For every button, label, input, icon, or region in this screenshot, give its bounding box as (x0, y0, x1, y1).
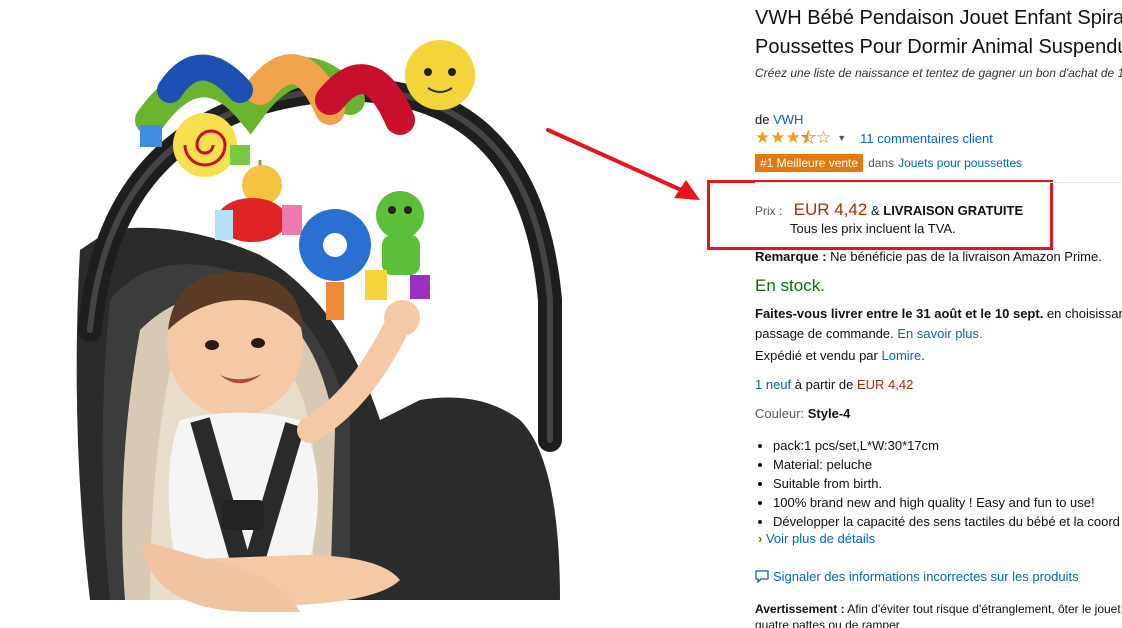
brand-prefix: de (755, 112, 770, 127)
list-item: Développer la capacité des sens tactiles… (773, 512, 1120, 531)
feature-bullets: pack:1 pcs/set,L*W:30*17cm Material: pel… (755, 436, 1120, 531)
list-item: 100% brand new and high quality ! Easy a… (773, 493, 1120, 512)
product-details: VWH Bébé Pendaison Jouet Enfant Spirale … (755, 0, 1122, 628)
report-info-link[interactable]: Signaler des informations incorrectes su… (773, 569, 1079, 584)
offers-text: à partir de (794, 377, 854, 392)
rating-row: ★★★★☆ ▼ 11 commentaires client (755, 128, 993, 148)
offers-price: EUR 4,42 (856, 377, 914, 392)
new-offers-link[interactable]: 1 neuf (755, 377, 791, 392)
seller-period: . (921, 348, 925, 363)
delivery-suffix: en choisissan (1043, 306, 1122, 321)
vat-note: Tous les prix incluent la TVA. (790, 221, 956, 236)
learn-more-link[interactable]: En savoir plus. (897, 326, 982, 341)
brand-link[interactable]: VWH (773, 112, 803, 127)
color-label: Couleur: (755, 406, 805, 421)
star-rating[interactable]: ★★★★☆ (755, 128, 831, 148)
seller-prefix: Expédié et vendu par (755, 348, 878, 363)
price-ampersand: & (870, 203, 880, 218)
brand-byline: de VWH (755, 112, 803, 127)
prime-remark: Remarque : Ne bénéficie pas de la livrai… (755, 249, 1102, 264)
price-label: Prix : (755, 204, 783, 218)
baby-car-seat-illustration (76, 40, 562, 612)
product-title-line1: VWH Bébé Pendaison Jouet Enfant Spirale (755, 7, 1122, 29)
annotation-arrow-icon (546, 128, 700, 200)
warning-line2: quatre pattes ou de ramper. (755, 618, 903, 628)
seller-info: Expédié et vendu par Lomire. (755, 348, 925, 363)
category-prefix: dans (868, 156, 895, 170)
more-details-row[interactable]: › Voir plus de détails (758, 531, 875, 546)
reviews-link[interactable]: 11 commentaires client (860, 131, 993, 146)
bestseller-row: #1 Meilleure vente dans Jouets pour pous… (755, 154, 1022, 172)
delivery-line2: passage de commande. (755, 326, 894, 341)
price-row: Prix : EUR 4,42 & LIVRAISON GRATUITE (755, 200, 1023, 220)
star-icon: ★ (770, 128, 786, 147)
remark-label: Remarque : (755, 249, 827, 264)
list-item: Suitable from birth. (773, 474, 1120, 493)
delivery-dates: 31 août et le 10 sept. (916, 306, 1044, 321)
color-value: Style-4 (807, 406, 851, 421)
chevron-down-icon[interactable]: ▼ (837, 133, 846, 143)
seller-link[interactable]: Lomire (882, 348, 922, 363)
category-link[interactable]: Jouets pour poussettes (898, 156, 1022, 170)
price-amount: EUR 4,42 (793, 200, 868, 219)
delivery-info: Faites-vous livrer entre le 31 août et l… (755, 304, 1122, 344)
report-row[interactable]: Signaler des informations incorrectes su… (755, 569, 1079, 584)
bestseller-badge[interactable]: #1 Meilleure vente (755, 154, 864, 172)
list-item: pack:1 pcs/set,L*W:30*17cm (773, 436, 1120, 455)
delivery-prefix: Faites-vous livrer entre le (755, 306, 913, 321)
star-icon: ★ (755, 128, 771, 147)
comment-icon (755, 570, 769, 583)
free-shipping-label: LIVRAISON GRATUITE (883, 203, 1024, 218)
registry-promo[interactable]: Créez une liste de naissance et tentez d… (755, 66, 1122, 80)
warning-line1: Afin d'éviter tout risque d'étranglement… (847, 602, 1121, 616)
remark-text: Ne bénéficie pas de la livraison Amazon … (830, 249, 1102, 264)
product-image[interactable] (0, 0, 740, 628)
list-item: Material: peluche (773, 455, 1120, 474)
more-details-link[interactable]: Voir plus de détails (766, 531, 875, 546)
other-offers: 1 neuf à partir de EUR 4,42 (755, 377, 913, 392)
chevron-right-icon: › (758, 531, 763, 546)
stock-status: En stock. (755, 276, 825, 295)
safety-warning: Avertissement : Afin d'éviter tout risqu… (755, 601, 1121, 628)
star-empty-icon: ☆ (816, 128, 832, 147)
divider (755, 182, 1122, 183)
warning-label: Avertissement : (755, 602, 845, 616)
color-selection: Couleur: Style-4 (755, 406, 850, 421)
star-icon: ★ (785, 128, 801, 147)
star-half-icon: ★ (800, 128, 816, 148)
product-title: VWH Bébé Pendaison Jouet Enfant Spirale … (755, 4, 1122, 62)
product-title-line2: Poussettes Pour Dormir Animal Suspendu I (755, 36, 1122, 58)
